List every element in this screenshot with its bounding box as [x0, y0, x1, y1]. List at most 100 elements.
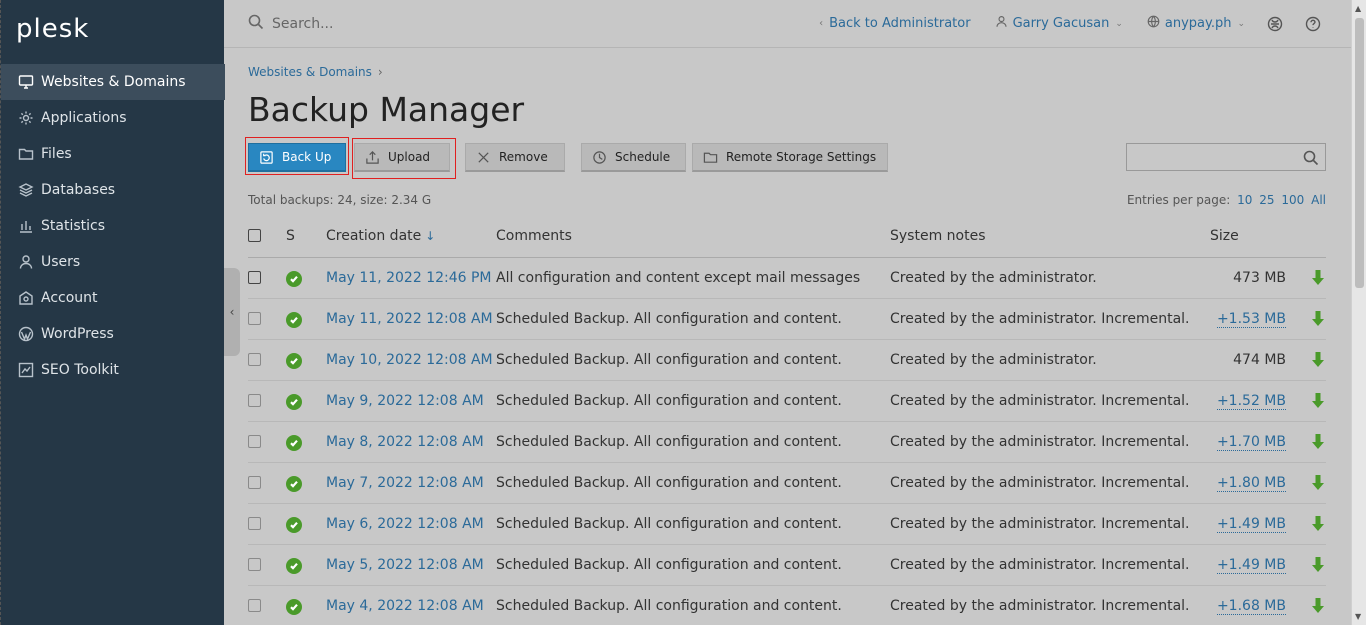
domain-menu[interactable]: anypay.ph ⌄ [1147, 15, 1245, 32]
scrollbar-thumb[interactable] [1355, 18, 1364, 288]
incremental-size-link[interactable]: +1.53 MB [1216, 310, 1286, 328]
backup-date-link[interactable]: May 10, 2022 12:08 AM [326, 352, 493, 368]
row-notes-cell: Created by the administrator. [890, 257, 1210, 299]
row-checkbox[interactable] [248, 558, 261, 571]
help-icon[interactable] [1305, 16, 1321, 32]
back-to-administrator-link[interactable]: ‹ Back to Administrator [813, 16, 971, 31]
sidebar-item-label: Databases [41, 182, 116, 198]
header-creation-date[interactable]: Creation date ↓ [326, 215, 496, 258]
header-status[interactable]: S [286, 215, 326, 258]
row-checkbox[interactable] [248, 476, 261, 489]
scroll-down-arrow-icon[interactable]: ▼ [1355, 612, 1361, 621]
sidebar-item-databases[interactable]: Databases [1, 172, 225, 208]
row-checkbox[interactable] [248, 353, 261, 366]
row-checkbox[interactable] [248, 517, 261, 530]
incremental-size-link[interactable]: +1.52 MB [1216, 392, 1286, 410]
incremental-size-link[interactable]: +1.68 MB [1216, 597, 1286, 615]
row-checkbox[interactable] [248, 435, 261, 448]
backup-date-link[interactable]: May 7, 2022 12:08 AM [326, 475, 484, 491]
header-size[interactable]: Size [1210, 215, 1286, 258]
sidebar-collapse-handle[interactable]: ‹ [224, 268, 240, 356]
entries-all-link[interactable]: All [1311, 193, 1326, 207]
backup-size: 473 MB [1233, 269, 1286, 286]
row-checkbox[interactable] [248, 312, 261, 325]
sidebar-item-seo-toolkit[interactable]: SEO Toolkit [1, 352, 225, 388]
download-arrow-icon[interactable] [1310, 515, 1326, 533]
sidebar-item-websites-domains[interactable]: Websites & Domains [1, 64, 225, 100]
upload-button[interactable]: Upload [354, 143, 450, 172]
incremental-size-link[interactable]: +1.70 MB [1216, 433, 1286, 451]
incremental-size-link[interactable]: +1.49 MB [1216, 515, 1286, 533]
breadcrumb-websites-domains[interactable]: Websites & Domains [248, 65, 372, 79]
row-download-cell [1286, 503, 1326, 545]
sidebar-item-applications[interactable]: Applications [1, 100, 225, 136]
download-arrow-icon[interactable] [1310, 474, 1326, 492]
sidebar-item-users[interactable]: Users [1, 244, 225, 280]
sidebar-item-files[interactable]: Files [1, 136, 225, 172]
row-status-cell [286, 544, 326, 586]
backup-date-link[interactable]: May 6, 2022 12:08 AM [326, 516, 484, 532]
row-download-cell [1286, 339, 1326, 381]
row-comment-cell: All configuration and content except mai… [496, 257, 890, 299]
remote-storage-settings-button[interactable]: Remote Storage Settings [692, 143, 888, 172]
backup-date-link[interactable]: May 5, 2022 12:08 AM [326, 557, 484, 573]
row-select-cell [248, 544, 286, 586]
row-size-cell: +1.68 MB [1210, 585, 1286, 625]
download-arrow-icon[interactable] [1310, 597, 1326, 615]
row-size-cell: +1.52 MB [1210, 380, 1286, 422]
schedule-button[interactable]: Schedule [581, 143, 686, 172]
plesk-logo[interactable]: plesk [16, 14, 89, 44]
search-input[interactable] [272, 16, 572, 32]
download-arrow-icon[interactable] [1310, 392, 1326, 410]
backup-date-link[interactable]: May 11, 2022 12:08 AM [326, 311, 493, 327]
incremental-size-link[interactable]: +1.49 MB [1216, 556, 1286, 574]
globe-icon [1147, 15, 1165, 32]
row-date-cell: May 11, 2022 12:46 PM [326, 257, 496, 299]
sidebar-item-statistics[interactable]: Statistics [1, 208, 225, 244]
sidebar-item-label: Users [41, 254, 81, 270]
row-checkbox[interactable] [248, 271, 261, 284]
row-status-cell [286, 585, 326, 625]
user-menu[interactable]: Garry Gacusan ⌄ [995, 15, 1123, 32]
backup-icon [260, 150, 273, 164]
download-arrow-icon[interactable] [1310, 433, 1326, 451]
list-search-field[interactable] [1126, 143, 1326, 171]
extensions-icon[interactable] [1267, 16, 1283, 32]
entries-label: Entries per page: [1126, 193, 1231, 207]
header-system-notes[interactable]: System notes [890, 215, 1210, 258]
sidebar-item-account[interactable]: Account [1, 280, 225, 316]
entries-10-link[interactable]: 10 [1237, 193, 1252, 207]
row-download-cell [1286, 298, 1326, 340]
sidebar-item-label: WordPress [41, 326, 114, 342]
search-icon[interactable] [1303, 150, 1319, 166]
backup-date-link[interactable]: May 9, 2022 12:08 AM [326, 393, 484, 409]
download-arrow-icon[interactable] [1310, 351, 1326, 369]
row-checkbox[interactable] [248, 394, 261, 407]
entries-25-link[interactable]: 25 [1259, 193, 1274, 207]
back-up-button[interactable]: Back Up [248, 143, 346, 172]
page-scrollbar[interactable]: ▲ ▼ [1351, 0, 1366, 625]
database-icon [17, 181, 35, 199]
backup-date-link[interactable]: May 4, 2022 12:08 AM [326, 598, 484, 614]
sidebar-item-wordpress[interactable]: WordPress [1, 316, 225, 352]
row-checkbox[interactable] [248, 599, 261, 612]
back-link-label: Back to Administrator [829, 16, 971, 31]
select-all-checkbox[interactable] [248, 229, 261, 243]
row-date-cell: May 10, 2022 12:08 AM [326, 339, 496, 381]
sidebar-item-label: Websites & Domains [41, 74, 186, 90]
incremental-size-link[interactable]: +1.80 MB [1216, 474, 1286, 492]
sidebar-item-label: Account [41, 290, 98, 306]
download-arrow-icon[interactable] [1310, 269, 1326, 287]
scroll-up-arrow-icon[interactable]: ▲ [1355, 4, 1361, 13]
sidebar: plesk Websites & Domains Applications Fi… [0, 0, 225, 625]
header-comments[interactable]: Comments [496, 215, 890, 258]
backup-date-link[interactable]: May 8, 2022 12:08 AM [326, 434, 484, 450]
row-notes-cell: Created by the administrator. Incrementa… [890, 462, 1210, 504]
remove-button[interactable]: Remove [465, 143, 565, 172]
entries-100-link[interactable]: 100 [1281, 193, 1304, 207]
download-arrow-icon[interactable] [1310, 556, 1326, 574]
remove-label: Remove [499, 150, 548, 164]
download-arrow-icon[interactable] [1310, 310, 1326, 328]
backup-size: 474 MB [1233, 351, 1286, 368]
backup-date-link[interactable]: May 11, 2022 12:46 PM [326, 270, 492, 286]
